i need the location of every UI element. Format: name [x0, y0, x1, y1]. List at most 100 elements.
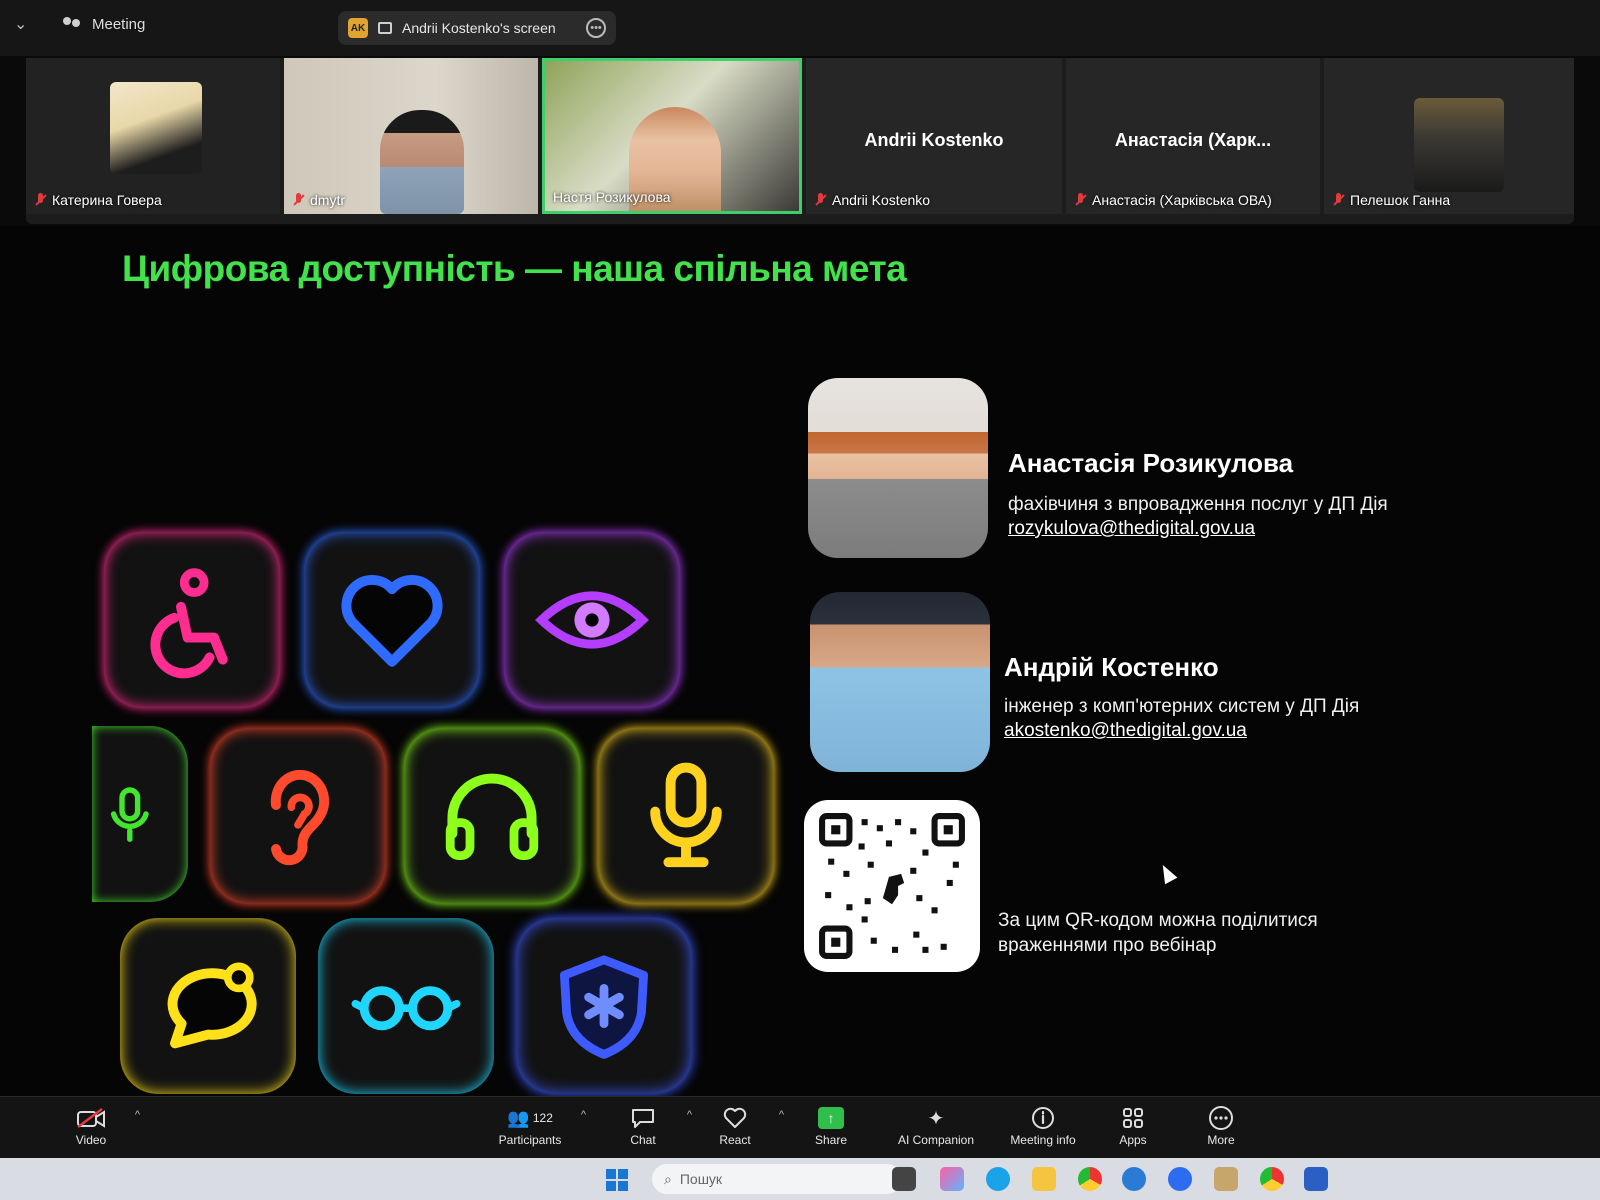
info-icon	[1032, 1107, 1054, 1129]
heart-icon	[304, 532, 480, 708]
microphone-icon	[92, 726, 188, 902]
shield-asterisk-icon	[516, 918, 692, 1094]
participant-display-name: Andrii Kostenko	[864, 130, 1004, 150]
meeting-top-bar: ⌄ Meeting AK Andrii Kostenko's screen ••…	[0, 0, 1600, 56]
participants-button[interactable]: 👥 122 Participants ^	[480, 1103, 586, 1148]
participant-tile[interactable]: Анастасія (Харк... Анастасія (Харківська…	[1066, 58, 1320, 214]
ai-companion-button[interactable]: ✦ AI Companion	[884, 1103, 988, 1148]
copilot-icon[interactable]	[940, 1167, 964, 1191]
participant-name: Анастасія (Харківська ОВА)	[1092, 192, 1272, 208]
react-button[interactable]: React ^	[692, 1103, 784, 1147]
meeting-info-label: Meeting info	[1010, 1133, 1076, 1147]
meeting-controls: Video ^ 👥 122 Participants ^ Chat ^ Reac…	[0, 1096, 1600, 1158]
chevron-down-icon[interactable]: ⌄	[14, 14, 27, 34]
participant-video	[380, 110, 464, 214]
wheelchair-icon	[104, 532, 280, 708]
share-button[interactable]: ↑ Share	[788, 1103, 874, 1147]
speaker-email[interactable]: rozykulova@thedigital.gov.ua	[1008, 518, 1255, 540]
more-options-icon[interactable]: •••	[586, 18, 606, 38]
muted-mic-icon	[1332, 193, 1344, 207]
meeting-info-button[interactable]: Meeting info	[994, 1103, 1092, 1147]
browser-icon[interactable]	[1122, 1167, 1146, 1191]
ai-companion-label: AI Companion	[897, 1133, 975, 1147]
participant-name: Настя Розикулова	[553, 189, 671, 205]
speaker-icon	[378, 22, 392, 34]
word-icon[interactable]	[1304, 1167, 1328, 1191]
muted-mic-icon	[292, 193, 304, 207]
ear-icon	[210, 728, 386, 904]
meeting-label: Meeting	[92, 16, 146, 33]
participant-name: Пелешок Ганна	[1350, 192, 1451, 208]
screen-share-indicator[interactable]: AK Andrii Kostenko's screen •••	[338, 11, 616, 45]
heart-outline-icon	[723, 1107, 747, 1128]
share-screen-icon: ↑	[818, 1107, 844, 1129]
participant-name: dmytr	[310, 192, 345, 208]
apps-button[interactable]: Apps	[1090, 1103, 1176, 1147]
sparkle-icon: ✦	[927, 1107, 945, 1130]
speech-bubble-icon	[120, 918, 296, 1094]
apps-label: Apps	[1119, 1133, 1147, 1147]
muted-mic-icon	[814, 193, 826, 207]
muted-mic-icon	[1074, 193, 1086, 207]
headphones-icon	[404, 728, 580, 904]
share-label: Share	[814, 1133, 848, 1147]
slide-title: Цифрова доступність — наша спільна мета	[122, 248, 907, 289]
video-button[interactable]: Video ^	[48, 1103, 140, 1147]
video-off-icon	[77, 1108, 105, 1128]
screen-share-label: Andrii Kostenko's screen	[402, 20, 556, 36]
mouse-cursor-icon	[1156, 861, 1178, 885]
chevron-up-icon[interactable]: ^	[779, 1109, 784, 1121]
participant-video	[1414, 98, 1504, 192]
participant-tile[interactable]: Andrii Kostenko Andrii Kostenko	[806, 58, 1062, 214]
shared-slide: Цифрова доступність — наша спільна мета …	[0, 226, 1600, 1096]
meeting-menu[interactable]: Meeting	[62, 16, 145, 33]
taskbar-search[interactable]: ⌕ Пошук	[652, 1164, 902, 1194]
task-view-icon[interactable]	[892, 1167, 916, 1191]
file-explorer-icon[interactable]	[1032, 1167, 1056, 1191]
participant-strip: Катерина Говера dmytr Настя Розикулова A…	[26, 58, 1574, 224]
windows-start-icon[interactable]	[606, 1169, 628, 1191]
participants-icon: 👥	[507, 1107, 530, 1128]
participant-video	[110, 82, 202, 174]
glasses-icon	[318, 918, 494, 1094]
more-button[interactable]: More	[1178, 1103, 1264, 1147]
os-taskbar: ⌕ Пошук	[0, 1158, 1600, 1200]
participant-tile-active-speaker[interactable]: Настя Розикулова	[542, 58, 802, 214]
speaker-role: фахівчиня з впровадження послуг у ДП Дія	[1008, 494, 1388, 515]
chat-label: Chat	[630, 1133, 656, 1147]
participant-name: Andrii Kostenko	[832, 192, 931, 208]
more-icon	[1209, 1106, 1233, 1130]
participant-tile[interactable]: dmytr	[284, 58, 538, 214]
chat-icon	[632, 1109, 654, 1128]
apps-icon	[1123, 1108, 1143, 1128]
sharer-avatar: AK	[348, 18, 368, 38]
zoom-icon[interactable]	[1168, 1167, 1192, 1191]
muted-mic-icon	[34, 193, 46, 207]
qr-caption: За цим QR-кодом можна поділитися враженн…	[998, 910, 1318, 956]
chevron-up-icon[interactable]: ^	[581, 1109, 586, 1121]
speaker-role: інженер з комп'ютерних систем у ДП Дія	[1004, 696, 1360, 717]
search-placeholder: Пошук	[679, 1171, 723, 1187]
chat-button[interactable]: Chat ^	[600, 1103, 692, 1147]
qr-code[interactable]	[804, 800, 980, 972]
participant-tile[interactable]: Катерина Говера	[26, 58, 280, 214]
video-label: Video	[75, 1133, 107, 1147]
more-label: More	[1207, 1133, 1235, 1147]
participants-label: Participants	[498, 1133, 562, 1147]
speaker-email[interactable]: akostenko@thedigital.gov.ua	[1004, 720, 1247, 742]
app-icon[interactable]	[1214, 1167, 1238, 1191]
speaker-photo	[808, 378, 988, 558]
speaker-name: Андрій Костенко	[1004, 652, 1219, 682]
chevron-up-icon[interactable]: ^	[135, 1109, 140, 1121]
speaker-name: Анастасія Розикулова	[1008, 448, 1294, 478]
chrome-icon[interactable]	[1260, 1167, 1284, 1191]
participant-tile[interactable]: Пелешок Ганна	[1324, 58, 1574, 214]
speaker-photo	[810, 592, 990, 772]
react-label: React	[719, 1133, 751, 1147]
eye-icon	[504, 532, 680, 708]
participant-display-name: Анастасія (Харк...	[1114, 130, 1272, 150]
participant-name: Катерина Говера	[52, 192, 162, 208]
edge-icon[interactable]	[986, 1167, 1010, 1191]
meeting-icon	[62, 16, 82, 33]
chrome-icon[interactable]	[1078, 1167, 1102, 1191]
